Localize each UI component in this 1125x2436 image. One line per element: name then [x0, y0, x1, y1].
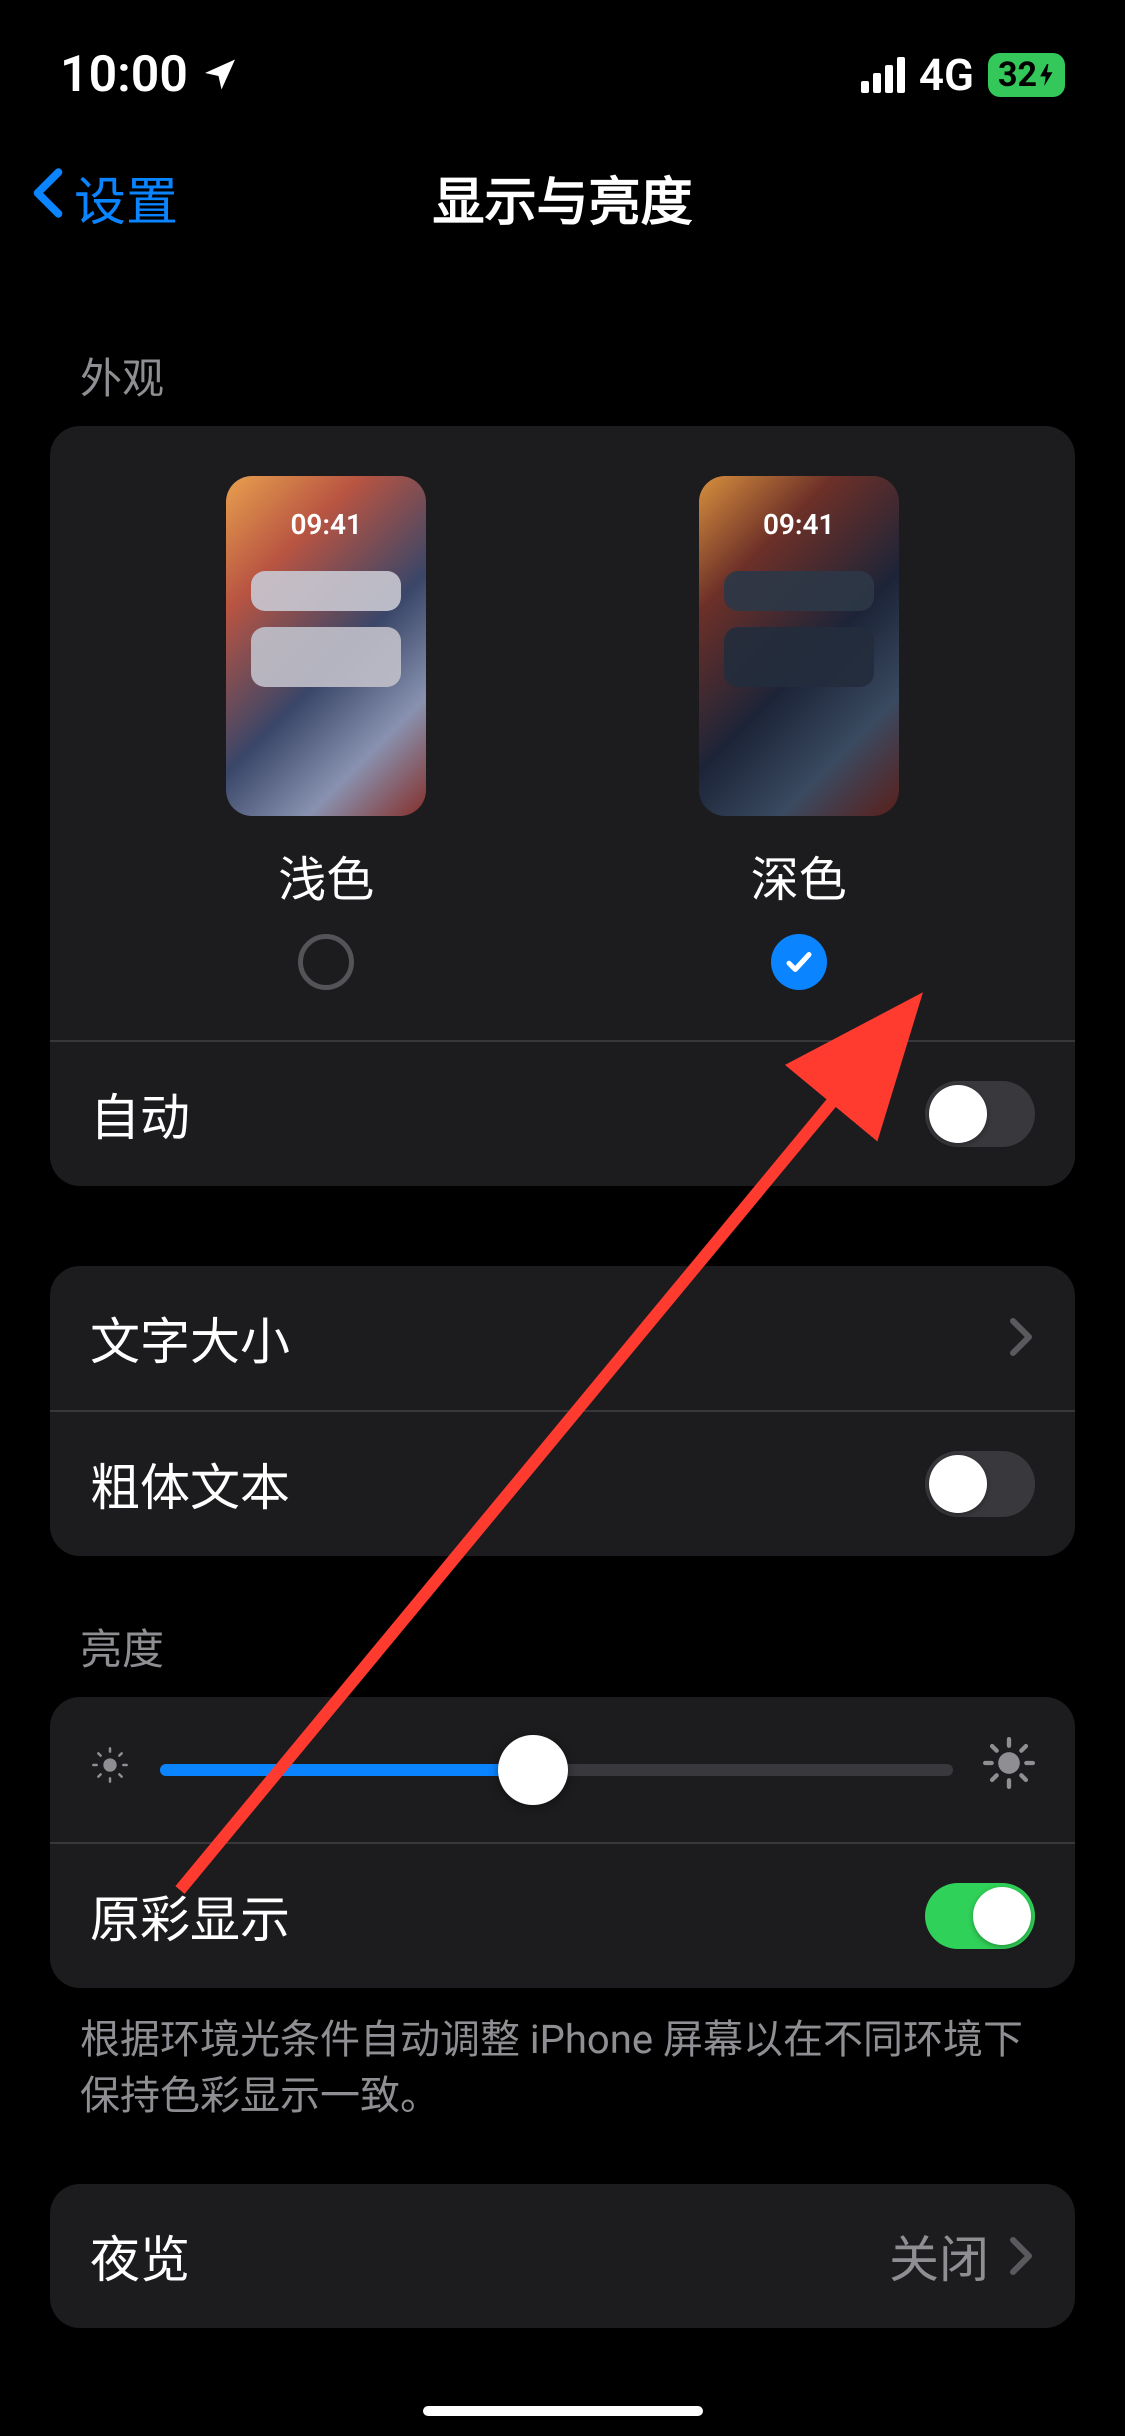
brightness-slider-row — [50, 1697, 1075, 1844]
dark-preview-icon: 09:41 — [699, 476, 899, 816]
location-icon — [202, 46, 238, 104]
bold-label: 粗体文本 — [90, 1448, 290, 1520]
battery-indicator: 32 — [988, 53, 1065, 97]
page-title: 显示与亮度 — [432, 160, 692, 235]
radio-unselected-icon[interactable] — [298, 934, 354, 990]
status-bar: 10:00 4G 32 — [0, 0, 1125, 140]
status-time: 10:00 — [60, 46, 188, 104]
dark-label: 深色 — [751, 840, 847, 910]
auto-label: 自动 — [90, 1078, 190, 1150]
sun-high-icon — [983, 1737, 1035, 1802]
bold-toggle[interactable] — [925, 1451, 1035, 1517]
text-size-row[interactable]: 文字大小 — [50, 1266, 1075, 1410]
chevron-right-icon — [1007, 1305, 1035, 1371]
status-indicators: 4G 32 — [861, 49, 1065, 101]
section-header-brightness: 亮度 — [50, 1556, 1075, 1697]
navigation-bar: 设置 显示与亮度 — [0, 140, 1125, 285]
appearance-option-light[interactable]: 09:41 浅色 — [226, 476, 426, 990]
text-size-label: 文字大小 — [90, 1302, 290, 1374]
light-preview-icon: 09:41 — [226, 476, 426, 816]
appearance-card: 09:41 浅色 09:41 深色 自动 — [50, 426, 1075, 1186]
back-label: 设置 — [74, 160, 178, 235]
auto-row: 自动 — [50, 1042, 1075, 1186]
brightness-slider[interactable] — [160, 1764, 953, 1776]
night-shift-label: 夜览 — [90, 2220, 190, 2292]
night-shift-value: 关闭 — [889, 2220, 989, 2292]
true-tone-label: 原彩显示 — [90, 1880, 290, 1952]
true-tone-row: 原彩显示 — [50, 1844, 1075, 1988]
back-button[interactable]: 设置 — [30, 160, 178, 235]
chevron-right-icon — [1007, 2236, 1035, 2276]
sun-low-icon — [90, 1745, 130, 1795]
night-shift-card: 夜览 关闭 — [50, 2184, 1075, 2328]
auto-toggle[interactable] — [925, 1081, 1035, 1147]
section-header-appearance: 外观 — [50, 285, 1075, 426]
text-card: 文字大小 粗体文本 — [50, 1266, 1075, 1556]
status-time-group: 10:00 — [60, 46, 238, 104]
radio-selected-icon[interactable] — [771, 934, 827, 990]
night-shift-row[interactable]: 夜览 关闭 — [50, 2184, 1075, 2328]
home-indicator[interactable] — [423, 2406, 703, 2416]
cellular-signal-icon — [861, 57, 905, 93]
appearance-option-dark[interactable]: 09:41 深色 — [699, 476, 899, 990]
true-tone-toggle[interactable] — [925, 1883, 1035, 1949]
brightness-card: 原彩显示 — [50, 1697, 1075, 1988]
light-label: 浅色 — [278, 840, 374, 910]
bold-text-row: 粗体文本 — [50, 1410, 1075, 1556]
appearance-selector: 09:41 浅色 09:41 深色 — [50, 426, 1075, 1042]
chevron-left-icon — [30, 160, 66, 235]
true-tone-footer: 根据环境光条件自动调整 iPhone 屏幕以在不同环境下保持色彩显示一致。 — [50, 1988, 1075, 2124]
battery-percent: 32 — [998, 55, 1037, 95]
night-shift-value-group: 关闭 — [889, 2220, 1035, 2292]
network-type: 4G — [919, 49, 974, 101]
